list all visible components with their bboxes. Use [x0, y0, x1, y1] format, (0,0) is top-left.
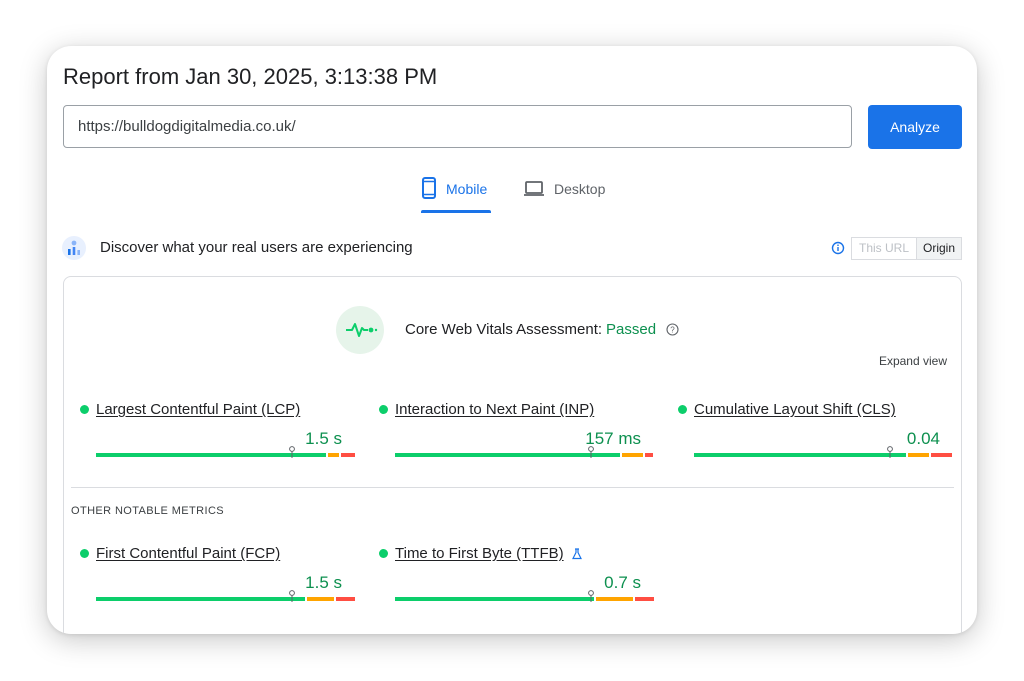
good-segment	[96, 597, 305, 601]
users-chart-icon	[62, 236, 86, 260]
other-metrics-heading: OTHER NOTABLE METRICS	[71, 505, 225, 517]
needs-improvement-segment	[328, 453, 339, 457]
metric-header: Interaction to Next Paint (INP)	[379, 401, 594, 418]
metric-inp: Interaction to Next Paint (INP) 157 ms	[379, 401, 653, 476]
cwv-assessment-status: Passed	[606, 321, 657, 338]
cwv-badge	[336, 306, 384, 354]
needs-improvement-segment	[596, 597, 633, 601]
good-segment	[395, 597, 594, 601]
metric-value: 1.5 s	[305, 429, 342, 448]
needs-improvement-segment	[622, 453, 643, 457]
pulse-icon	[346, 323, 378, 337]
percentile-marker-icon	[588, 590, 594, 602]
distribution-bar	[395, 446, 656, 458]
poor-segment	[645, 453, 653, 457]
needs-improvement-segment	[908, 453, 929, 457]
poor-segment	[931, 453, 952, 457]
percentile-marker-icon	[887, 446, 893, 458]
tab-mobile[interactable]: Mobile	[421, 177, 487, 213]
url-origin-toggle: This URL Origin	[851, 237, 963, 260]
laptop-icon	[524, 181, 544, 196]
tab-desktop[interactable]: Desktop	[523, 177, 605, 213]
metric-header: Largest Contentful Paint (LCP)	[80, 401, 300, 418]
report-card: Report from Jan 30, 2025, 3:13:38 PM Ana…	[47, 46, 977, 634]
distribution-bar	[96, 446, 357, 458]
section-divider	[71, 487, 954, 488]
metric-name-link[interactable]: Largest Contentful Paint (LCP)	[96, 401, 300, 418]
percentile-marker-icon	[588, 446, 594, 458]
metric-name-link[interactable]: Cumulative Layout Shift (CLS)	[694, 401, 896, 418]
url-input[interactable]	[63, 105, 852, 148]
percentile-marker-icon	[289, 446, 295, 458]
distribution-bar	[694, 446, 955, 458]
tab-mobile-label: Mobile	[446, 181, 488, 197]
good-status-dot	[379, 405, 388, 414]
poor-segment	[341, 453, 355, 457]
metric-header: Time to First Byte (TTFB)	[379, 545, 583, 562]
poor-segment	[336, 597, 355, 601]
cwv-assessment: Core Web Vitals Assessment: Passed ?	[405, 321, 679, 338]
good-status-dot	[80, 405, 89, 414]
this-url-option[interactable]: This URL	[851, 237, 916, 260]
good-status-dot	[678, 405, 687, 414]
distribution-bar	[96, 590, 357, 602]
percentile-marker-icon	[289, 590, 295, 602]
flask-icon[interactable]	[571, 547, 583, 560]
metric-fcp: First Contentful Paint (FCP) 1.5 s	[80, 545, 355, 620]
metric-value: 157 ms	[585, 429, 641, 448]
poor-segment	[635, 597, 654, 601]
info-icon[interactable]	[831, 241, 845, 255]
metric-name-link[interactable]: First Contentful Paint (FCP)	[96, 545, 280, 562]
origin-option[interactable]: Origin	[916, 237, 963, 260]
metric-ttfb: Time to First Byte (TTFB) 0.7 s	[379, 545, 654, 620]
analyze-button[interactable]: Analyze	[868, 105, 962, 149]
metric-value: 0.04	[906, 429, 940, 448]
distribution-bar	[395, 590, 656, 602]
expand-view-link[interactable]: Expand view	[827, 354, 947, 368]
cwv-assessment-label: Core Web Vitals Assessment:	[405, 321, 603, 338]
metric-header: First Contentful Paint (FCP)	[80, 545, 280, 562]
good-status-dot	[80, 549, 89, 558]
needs-improvement-segment	[307, 597, 334, 601]
svg-text:?: ?	[670, 325, 675, 334]
metric-name-link[interactable]: Interaction to Next Paint (INP)	[395, 401, 594, 418]
report-title: Report from Jan 30, 2025, 3:13:38 PM	[63, 64, 438, 89]
metric-value: 1.5 s	[305, 573, 342, 592]
metric-name-link[interactable]: Time to First Byte (TTFB)	[395, 545, 564, 562]
metric-cls: Cumulative Layout Shift (CLS) 0.04	[678, 401, 952, 476]
phone-icon	[422, 177, 436, 199]
metric-header: Cumulative Layout Shift (CLS)	[678, 401, 896, 418]
good-status-dot	[379, 549, 388, 558]
help-icon[interactable]: ?	[666, 323, 679, 336]
crux-heading: Discover what your real users are experi…	[100, 239, 413, 256]
tab-indicator	[421, 210, 491, 213]
good-segment	[694, 453, 906, 457]
tab-desktop-label: Desktop	[554, 181, 606, 197]
metric-lcp: Largest Contentful Paint (LCP) 1.5 s	[80, 401, 355, 476]
metric-value: 0.7 s	[604, 573, 641, 592]
